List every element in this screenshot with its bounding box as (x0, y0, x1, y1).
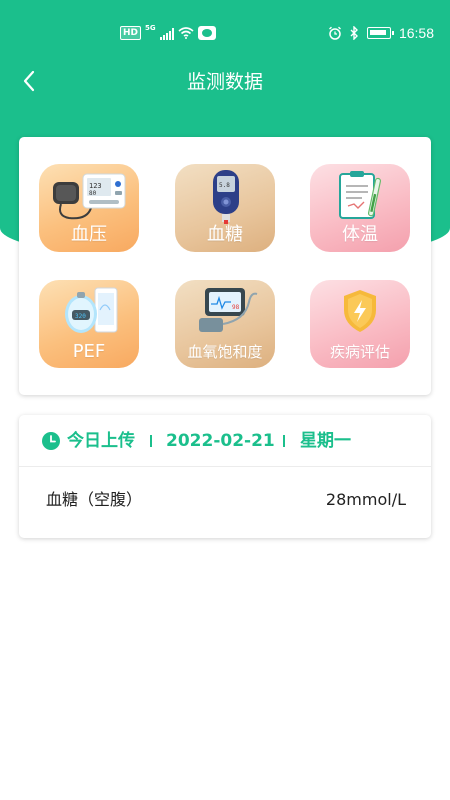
svg-text:320: 320 (75, 313, 86, 320)
alarm-icon (328, 26, 341, 40)
tile-blood-oxygen[interactable]: 98 血氧饱和度 (175, 280, 275, 368)
hd-badge: HD (120, 26, 142, 40)
battery-icon (366, 27, 394, 39)
clock-icon (42, 432, 60, 450)
shield-bolt-icon (344, 290, 376, 332)
peak-flow-meter-icon: 320 (65, 287, 118, 333)
thermometer-clipboard-icon (339, 171, 382, 219)
signal-icon (159, 27, 174, 40)
svg-text:123: 123 (89, 182, 102, 190)
tile-label: 疾病评估 (329, 343, 390, 361)
divider (283, 435, 285, 447)
today-upload-card: 今日上传 2022-02-21 星期一 血糖（空腹） 28mmol/L (19, 415, 431, 538)
network-type-label: 5G (145, 24, 156, 32)
record-value: 28mmol/L (325, 490, 406, 509)
divider (150, 435, 152, 447)
app-notification-icon (197, 26, 216, 40)
tile-blood-glucose[interactable]: 5.8 血糖 (175, 164, 275, 252)
bluetooth-icon (350, 26, 358, 40)
record-name: 血糖（空腹） (46, 490, 143, 509)
page-title: 监测数据 (186, 71, 263, 93)
tile-disease-assessment[interactable]: 疾病评估 (310, 280, 410, 368)
upload-weekday: 星期一 (300, 431, 351, 451)
tile-label: 血糖 (207, 224, 243, 245)
wifi-icon (178, 27, 194, 39)
svg-text:80: 80 (89, 190, 97, 197)
glucose-meter-icon: 5.8 (213, 170, 239, 224)
tile-label: 血氧饱和度 (187, 343, 263, 361)
monitor-category-grid: 123 80 血压 5.8 血糖 体温 320 PEF 98 血氧饱和度 疾病评… (19, 137, 431, 395)
blood-pressure-monitor-icon: 123 80 (53, 173, 126, 220)
pulse-oximeter-icon: 98 (199, 288, 258, 332)
tile-body-temperature[interactable]: 体温 (310, 164, 410, 252)
tile-label: 体温 (342, 224, 378, 245)
upload-title: 今日上传 (67, 431, 135, 451)
status-bar: HD 5G 16:58 (0, 0, 450, 66)
svg-text:5.8: 5.8 (219, 182, 230, 189)
tile-label: 血压 (71, 224, 107, 245)
upload-card-header: 今日上传 2022-02-21 星期一 (19, 415, 431, 467)
tile-pef[interactable]: 320 PEF (39, 280, 139, 368)
clock-time: 16:58 (398, 25, 434, 41)
svg-text:98: 98 (232, 304, 240, 311)
tile-label: PEF (72, 341, 106, 362)
upload-date: 2022-02-21 (166, 431, 275, 451)
tile-blood-pressure[interactable]: 123 80 血压 (39, 164, 139, 252)
